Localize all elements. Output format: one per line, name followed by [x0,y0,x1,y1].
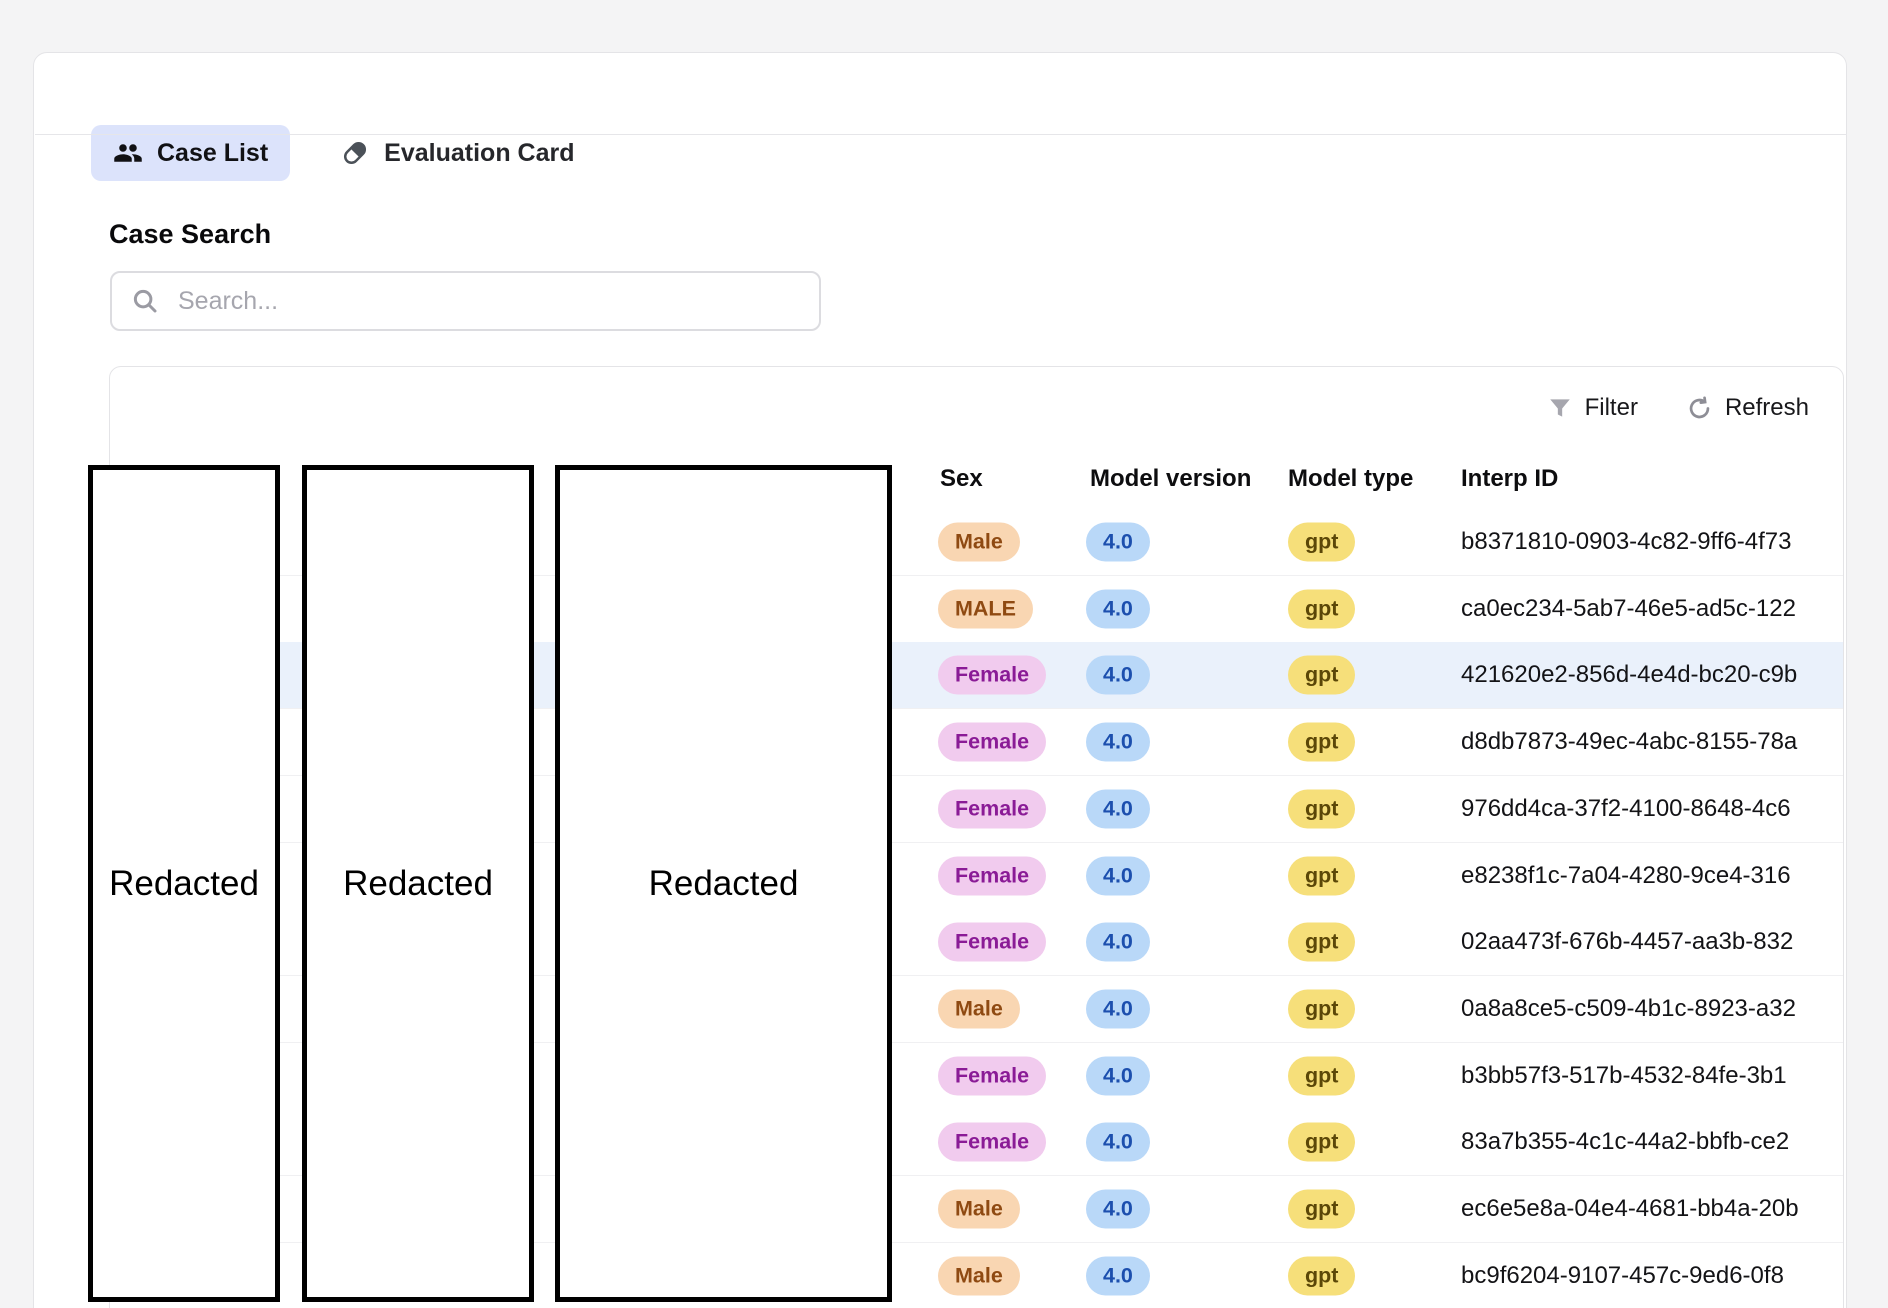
sex-badge: Male [938,523,1020,562]
interp-id: 83a7b355-4c1c-44a2-bbfb-ce2 [1461,1128,1789,1156]
search-input-wrapper [110,271,821,331]
interp-id: b8371810-0903-4c82-9ff6-4f73 [1461,528,1792,556]
model-type-badge: gpt [1288,656,1355,695]
people-icon [113,138,143,168]
model-version-badge: 4.0 [1086,523,1150,562]
col-header-sex: Sex [940,465,983,493]
redacted-overlay-case-column: Redacted [88,465,280,1302]
model-version-badge: 4.0 [1086,989,1150,1028]
redacted-label: Redacted [343,864,493,904]
sex-badge: Female [938,656,1046,695]
sex-badge: MALE [938,589,1033,628]
interp-id: 0a8a8ce5-c509-4b1c-8923-a32 [1461,995,1796,1023]
interp-id: ca0ec234-5ab7-46e5-ad5c-122 [1461,595,1796,623]
interp-id: e8238f1c-7a04-4280-9ce4-316 [1461,862,1791,890]
table-toolbar: Filter Refresh [1547,367,1843,449]
model-type-badge: gpt [1288,989,1355,1028]
model-version-badge: 4.0 [1086,923,1150,962]
sex-badge: Female [938,1123,1046,1162]
sex-badge: Female [938,1056,1046,1095]
model-type-badge: gpt [1288,523,1355,562]
model-type-badge: gpt [1288,1123,1355,1162]
tab-case-list-label: Case List [157,139,268,168]
refresh-button[interactable]: Refresh [1686,394,1809,422]
redacted-overlay-first-name-dob-columns: Redacted [555,465,892,1302]
model-type-badge: gpt [1288,1190,1355,1229]
interp-id: 976dd4ca-37f2-4100-8648-4c6 [1461,795,1791,823]
refresh-icon [1686,395,1713,422]
model-version-badge: 4.0 [1086,1056,1150,1095]
model-type-badge: gpt [1288,723,1355,762]
sex-badge: Female [938,923,1046,962]
filter-icon [1547,395,1573,421]
model-version-badge: 4.0 [1086,589,1150,628]
model-type-badge: gpt [1288,1256,1355,1295]
app-root: Case List Evaluation Card Case Search [0,0,1888,1308]
model-type-badge: gpt [1288,789,1355,828]
interp-id: d8db7873-49ec-4abc-8155-78a [1461,728,1797,756]
sex-badge: Female [938,723,1046,762]
redacted-label: Redacted [109,864,259,904]
interp-id: ec6e5e8a-04e4-4681-bb4a-20b [1461,1195,1799,1223]
col-header-model-type: Model type [1288,465,1413,493]
tab-evaluation-card-label: Evaluation Card [384,139,574,168]
model-version-badge: 4.0 [1086,1190,1150,1229]
sex-badge: Male [938,1190,1020,1229]
tabs-divider [35,134,1847,135]
model-version-badge: 4.0 [1086,1256,1150,1295]
sex-badge: Male [938,1256,1020,1295]
search-icon [130,286,160,316]
col-header-interp-id: Interp ID [1461,465,1558,493]
redacted-overlay-last-name-column: Redacted [302,465,534,1302]
model-version-badge: 4.0 [1086,789,1150,828]
redacted-label: Redacted [649,864,799,904]
col-header-model-version: Model version [1090,465,1251,493]
model-type-badge: gpt [1288,589,1355,628]
model-version-badge: 4.0 [1086,723,1150,762]
model-version-badge: 4.0 [1086,1123,1150,1162]
interp-id: bc9f6204-9107-457c-9ed6-0f8 [1461,1262,1784,1290]
interp-id: b3bb57f3-517b-4532-84fe-3b1 [1461,1062,1787,1090]
model-type-badge: gpt [1288,1056,1355,1095]
interp-id: 02aa473f-676b-4457-aa3b-832 [1461,928,1793,956]
model-type-badge: gpt [1288,856,1355,895]
sex-badge: Female [938,789,1046,828]
case-search-title: Case Search [109,219,271,250]
model-type-badge: gpt [1288,923,1355,962]
search-input[interactable] [176,286,801,317]
sex-badge: Female [938,856,1046,895]
model-version-badge: 4.0 [1086,856,1150,895]
pill-icon [340,138,370,168]
filter-button[interactable]: Filter [1547,394,1638,422]
model-version-badge: 4.0 [1086,656,1150,695]
sex-badge: Male [938,989,1020,1028]
interp-id: 421620e2-856d-4e4d-bc20-c9b [1461,661,1797,689]
